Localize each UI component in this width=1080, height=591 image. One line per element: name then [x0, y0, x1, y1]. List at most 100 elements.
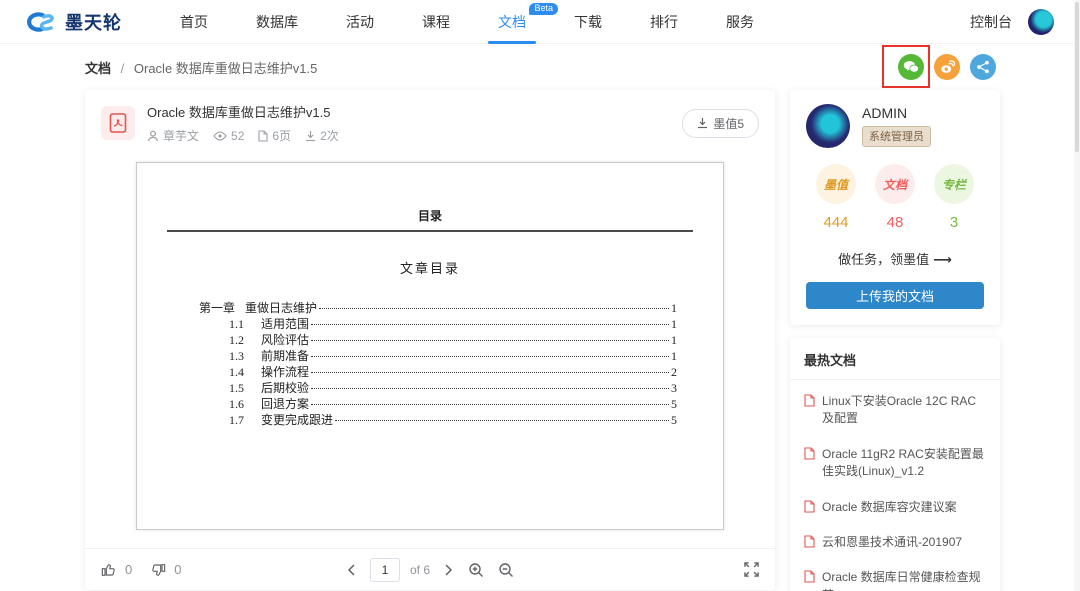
upload-doc-button[interactable]: 上传我的文档	[806, 282, 984, 309]
share-more-button[interactable]	[970, 54, 996, 80]
pdf-file-icon	[101, 106, 135, 140]
pdf-file-icon	[804, 570, 815, 583]
thumbs-up-button[interactable]	[99, 560, 119, 580]
zoom-in-button[interactable]	[466, 560, 486, 580]
hot-doc-item[interactable]: Oracle 数据库日常健康检查规范	[804, 560, 986, 591]
toc-label: 重做日志维护	[245, 299, 317, 316]
nav-item-course[interactable]: 课程	[398, 0, 474, 44]
breadcrumb-row: 文档 / Oracle 数据库重做日志维护v1.5	[85, 44, 1000, 90]
author[interactable]: 章芋文	[147, 127, 199, 144]
download-mozhi-label: 墨值5	[713, 115, 744, 132]
stat-mozhi-label: 墨值	[816, 164, 856, 204]
fullscreen-controls	[581, 560, 761, 579]
zoom-in-icon	[468, 562, 484, 578]
fullscreen-button[interactable]	[742, 560, 761, 579]
task-link-text: 做任务，领墨值	[838, 252, 929, 267]
nav-item-home[interactable]: 首页	[156, 0, 232, 44]
toc-row: 1.1适用范围1	[199, 315, 677, 331]
user-avatar[interactable]	[1028, 9, 1054, 35]
nav-item-rank[interactable]: 排行	[626, 0, 702, 44]
hot-doc-item[interactable]: 云和恩墨技术通讯-201907	[804, 525, 986, 560]
next-page-button[interactable]	[440, 562, 456, 578]
toc-num: 1.1	[229, 317, 261, 332]
pdf-viewer[interactable]: 目录 文章目录 第一章重做日志维护1 1.1适用范围1 1.2风险评估1 1.3…	[85, 154, 775, 548]
console-link[interactable]: 控制台	[970, 12, 1012, 32]
weibo-icon	[940, 60, 955, 74]
hot-doc-item[interactable]: Linux下安装Oracle 12C RAC及配置	[804, 384, 986, 437]
hot-docs-list: Linux下安装Oracle 12C RAC及配置 Oracle 11gR2 R…	[790, 380, 1000, 591]
toc-leader-dots	[311, 356, 669, 357]
stat-mozhi[interactable]: 墨值 444	[808, 164, 864, 231]
toc-num: 1.4	[229, 365, 261, 380]
document-title: Oracle 数据库重做日志维护v1.5	[147, 102, 682, 121]
stat-columns-value: 3	[926, 214, 982, 231]
page-total: of 6	[410, 563, 430, 577]
stat-mozhi-value: 444	[808, 214, 864, 231]
hot-doc-label: Linux下安装Oracle 12C RAC及配置	[822, 393, 986, 428]
toc-label: 适用范围	[261, 315, 309, 332]
stat-columns-label: 专栏	[934, 164, 974, 204]
fullscreen-icon	[744, 562, 759, 577]
site-logo[interactable]: 墨天轮	[24, 9, 122, 35]
download-icon	[697, 117, 708, 129]
document-info: Oracle 数据库重做日志维护v1.5 章芋文 52 6页	[147, 102, 682, 144]
stat-columns[interactable]: 专栏 3	[926, 164, 982, 231]
stat-docs[interactable]: 文档 48	[867, 164, 923, 231]
profile-header: ADMIN 系统管理员	[806, 104, 984, 148]
page-scrollbar[interactable]	[1074, 0, 1080, 591]
page-number-input[interactable]	[370, 558, 400, 582]
pdf-file-icon	[804, 500, 815, 513]
person-icon	[147, 130, 159, 142]
page-controls: of 6	[279, 558, 581, 582]
nav-item-docs[interactable]: 文档 Beta	[474, 0, 550, 44]
toc-leader-dots	[311, 324, 669, 325]
pdf-file-icon	[804, 447, 815, 460]
author-name: 章芋文	[163, 127, 199, 144]
nav-item-service[interactable]: 服务	[702, 0, 778, 44]
toc-leader-dots	[335, 420, 669, 421]
toc-page: 5	[671, 397, 677, 412]
toc-row: 1.6回退方案5	[199, 395, 677, 411]
pdf-file-icon	[804, 394, 815, 407]
share-wechat-button[interactable]	[898, 54, 924, 80]
profile-avatar[interactable]	[806, 104, 850, 148]
toc-page: 5	[671, 413, 677, 428]
toc-page: 1	[671, 301, 677, 316]
hot-doc-label: Oracle 数据库日常健康检查规范	[822, 569, 986, 591]
toc-label: 风险评估	[261, 331, 309, 348]
dislike-count: 0	[174, 562, 181, 577]
download-mozhi-button[interactable]: 墨值5	[682, 109, 759, 138]
scrollbar-thumb[interactable]	[1075, 2, 1079, 152]
view-count: 52	[213, 129, 244, 143]
zoom-out-button[interactable]	[496, 560, 516, 580]
breadcrumb: 文档 / Oracle 数据库重做日志维护v1.5	[85, 58, 317, 77]
page-count: 6页	[258, 127, 291, 144]
hot-doc-item[interactable]: Oracle 数据库容灾建议案	[804, 490, 986, 525]
thumbs-down-icon	[150, 562, 166, 578]
prev-page-button[interactable]	[344, 562, 360, 578]
hot-docs-card: 最热文档 Linux下安装Oracle 12C RAC及配置 Oracle 11…	[790, 338, 1000, 591]
nav-item-download[interactable]: 下载	[550, 0, 626, 44]
nav-item-activity[interactable]: 活动	[322, 0, 398, 44]
top-nav: 墨天轮 首页 数据库 活动 课程 文档 Beta 下载 排行 服务 控制台	[0, 0, 1080, 44]
wechat-icon	[903, 60, 919, 74]
chevron-right-icon	[442, 564, 454, 576]
nav-item-database[interactable]: 数据库	[232, 0, 322, 44]
hot-doc-item[interactable]: Oracle 11gR2 RAC安装配置最佳实践(Linux)_v1.2	[804, 437, 986, 490]
share-weibo-button[interactable]	[934, 54, 960, 80]
hot-doc-label: 云和恩墨技术通讯-201907	[822, 534, 962, 551]
toc-page: 1	[671, 333, 677, 348]
view-count-value: 52	[231, 129, 244, 143]
task-link[interactable]: 做任务，领墨值 ⟶	[806, 249, 984, 268]
profile-card: ADMIN 系统管理员 墨值 444 文档 48 专栏 3	[790, 90, 1000, 325]
toc-leader-dots	[311, 388, 669, 389]
zoom-out-icon	[498, 562, 514, 578]
document-meta: 章芋文 52 6页 2次	[147, 127, 682, 144]
toc-leader-dots	[311, 372, 669, 373]
toc-num: 1.2	[229, 333, 261, 348]
arrow-right-icon: ⟶	[933, 252, 952, 267]
thumbs-down-button[interactable]	[148, 560, 168, 580]
toc-row: 1.2风险评估 1	[199, 331, 677, 347]
breadcrumb-docs-link[interactable]: 文档	[85, 61, 111, 76]
toc-label: 变更完成跟进	[261, 411, 333, 428]
